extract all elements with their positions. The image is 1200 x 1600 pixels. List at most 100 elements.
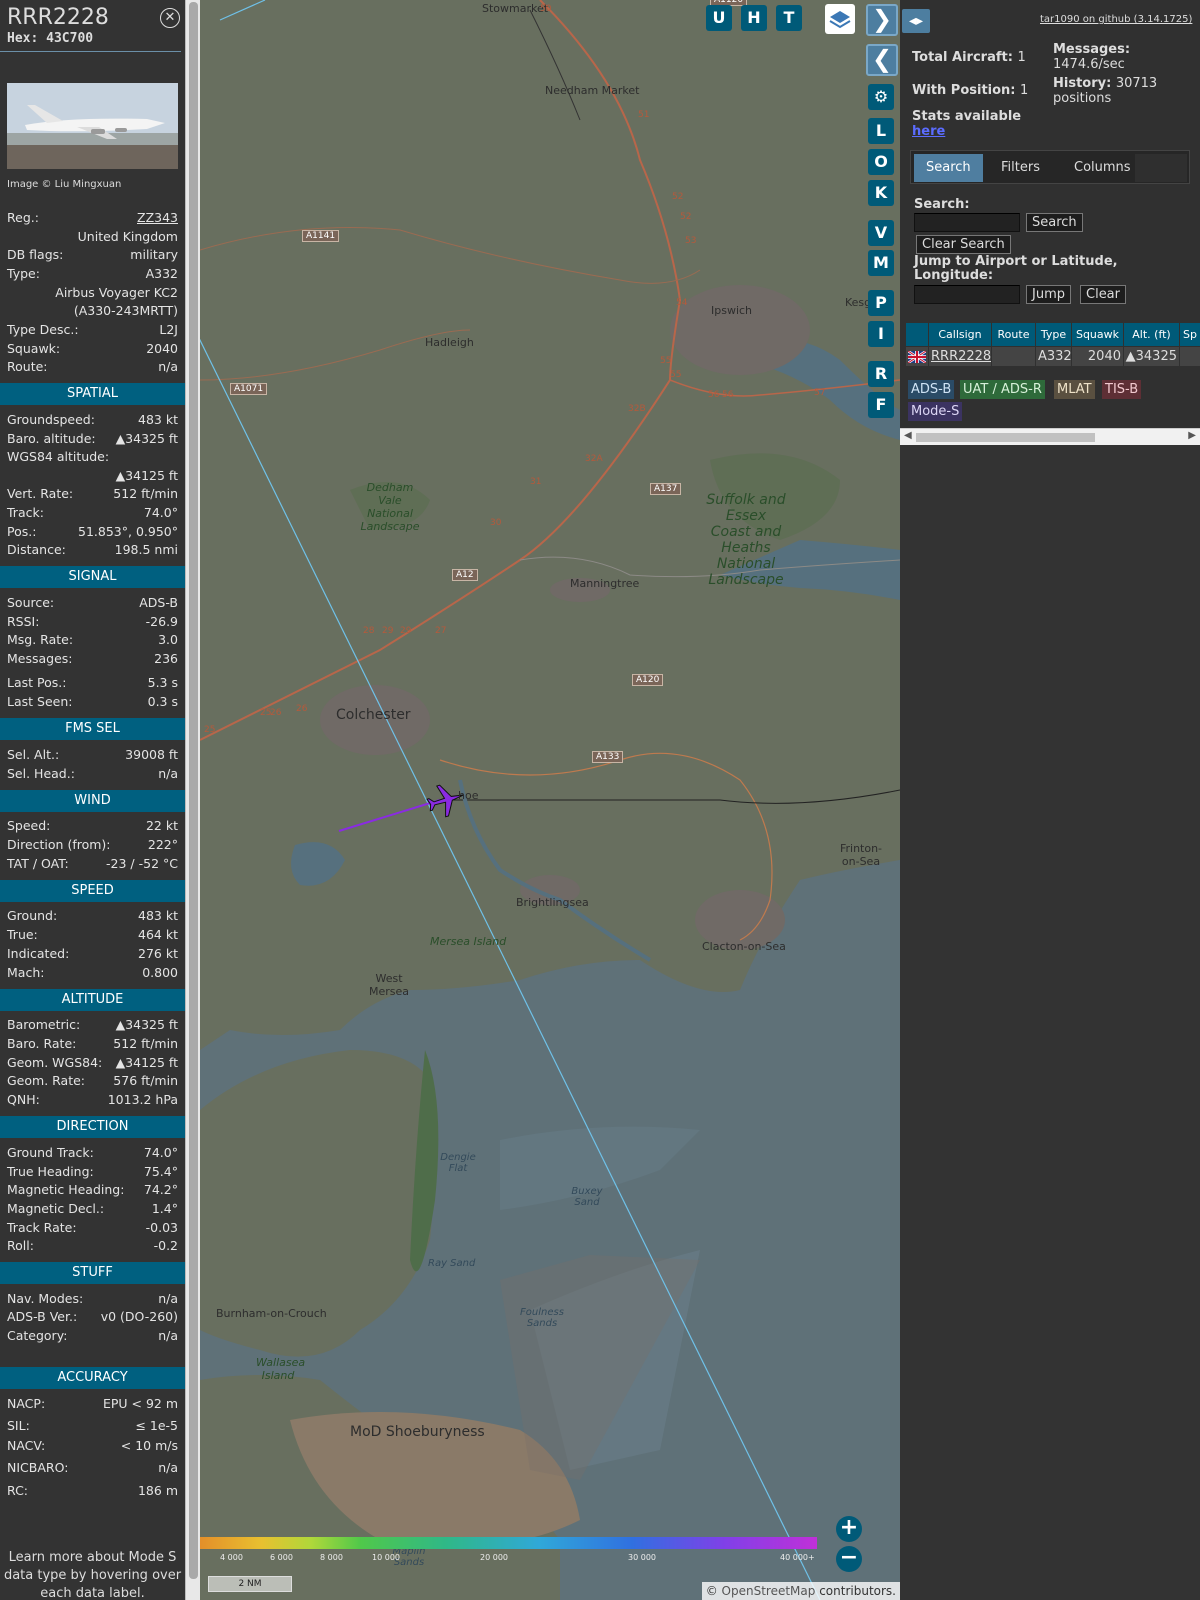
info-label[interactable]: WGS84 altitude: [7,447,109,466]
col-route[interactable]: Route [992,323,1035,346]
toggle-u-button[interactable]: U [706,5,732,31]
info-label[interactable]: Geom. Rate: [7,1071,85,1090]
col-altitude[interactable]: Alt. (ft) [1124,323,1179,346]
info-label[interactable]: Mach: [7,963,44,982]
info-label[interactable]: True Heading: [7,1162,94,1181]
info-label[interactable]: Type: [7,264,40,283]
source-legend-tis-b[interactable]: TIS-B [1102,380,1142,399]
sidebar-scrollbar[interactable] [185,0,200,1600]
info-label[interactable]: Ground Track: [7,1143,94,1162]
source-legend-mlat[interactable]: MLAT [1054,380,1095,399]
jump-button[interactable]: Jump [1026,285,1071,304]
toggle-t-button[interactable]: T [776,5,802,31]
clear-search-button[interactable]: Clear Search [916,235,1011,254]
search-input[interactable] [914,213,1020,232]
info-label[interactable]: Sel. Head.: [7,764,75,783]
scrollbar-thumb[interactable] [189,2,198,1579]
search-button[interactable]: Search [1026,213,1083,232]
info-label[interactable]: Sel. Alt.: [7,745,59,764]
info-label[interactable]: Last Seen: [7,692,72,711]
info-label[interactable]: Vert. Rate: [7,484,73,503]
info-label[interactable]: Source: [7,593,54,612]
col-speed[interactable]: Sp [1180,323,1200,346]
col-squawk[interactable]: Squawk [1072,323,1123,346]
info-label[interactable]: Indicated: [7,944,69,963]
map-toggle-o-button[interactable]: O [868,149,894,175]
info-label[interactable]: NICBARO: [7,1458,68,1477]
info-label[interactable]: RC: [7,1481,28,1500]
info-label[interactable]: NACP: [7,1394,45,1413]
zoom-out-button[interactable]: − [836,1546,862,1572]
map-toggle-k-button[interactable]: K [868,180,894,206]
info-label[interactable]: Roll: [7,1236,34,1255]
info-label[interactable]: Type Desc.: [7,320,79,339]
info-label[interactable]: Category: [7,1326,67,1345]
info-label[interactable]: Squawk: [7,339,60,358]
stats-link[interactable]: here [912,124,1021,139]
info-label[interactable]: Route: [7,357,48,376]
info-label[interactable]: QNH: [7,1090,40,1109]
close-sidebar-button[interactable]: ✕ [160,8,180,28]
info-label[interactable]: Magnetic Decl.: [7,1199,104,1218]
info-label[interactable]: Baro. altitude: [7,429,96,448]
info-label[interactable]: NACV: [7,1436,45,1455]
expand-panel-button[interactable]: ❯ [866,4,898,36]
info-label[interactable]: Messages: [7,649,73,668]
info-label[interactable]: Barometric: [7,1015,80,1034]
map-toggle-m-button[interactable]: M [868,250,894,276]
osm-link[interactable]: OpenStreetMap [722,1584,816,1598]
info-label[interactable]: Groundspeed: [7,410,95,429]
clear-jump-button[interactable]: Clear [1080,285,1126,304]
info-label[interactable]: DB flags: [7,245,63,264]
info-label[interactable]: Msg. Rate: [7,630,73,649]
github-link[interactable]: tar1090 on github (3.14.1725) [1040,14,1192,25]
row-callsign[interactable]: RRR2228 [929,347,991,366]
jump-input[interactable] [914,285,1020,304]
col-type[interactable]: Type [1036,323,1071,346]
source-legend-uat-ads-r[interactable]: UAT / ADS-R [960,380,1045,399]
info-label[interactable]: TAT / OAT: [7,854,69,873]
source-legend-mode-s[interactable]: Mode-S [908,402,963,421]
scroll-right-icon[interactable]: ▶ [1188,430,1196,441]
col-callsign[interactable]: Callsign [929,323,991,346]
info-label[interactable]: Direction (from): [7,835,111,854]
info-label[interactable]: Distance: [7,540,66,559]
map-toggle-f-button[interactable]: F [868,392,894,418]
info-label[interactable]: ADS-B Ver.: [7,1307,77,1326]
info-label[interactable]: Reg.: [7,208,39,227]
info-label[interactable]: Baro. Rate: [7,1034,76,1053]
map-toggle-i-button[interactable]: I [868,321,894,347]
toggle-sidebar-button[interactable]: ◂▸ [902,9,930,33]
map-view[interactable]: Stowmarket Needham Market Ipswich Hadleigh D… [200,0,900,1600]
aircraft-photo[interactable] [7,83,178,169]
tab-filters[interactable]: Filters [989,154,1052,182]
info-label[interactable]: Track: [7,503,44,522]
map-toggle-v-button[interactable]: V [868,220,894,246]
col-flag[interactable] [906,323,928,346]
collapse-panel-button[interactable]: ❮ [866,44,898,76]
map-toggle-r-button[interactable]: R [868,361,894,387]
scrollbar-thumb[interactable] [916,433,1095,442]
info-label[interactable]: Nav. Modes: [7,1289,83,1308]
scroll-left-icon[interactable]: ◀ [904,430,912,441]
tab-search[interactable]: Search [914,154,983,182]
source-legend-ads-b[interactable]: ADS-B [908,380,955,399]
info-label[interactable]: Pos.: [7,522,36,541]
layers-button[interactable] [825,4,855,34]
info-label[interactable]: SIL: [7,1416,30,1435]
info-label[interactable]: Ground: [7,906,57,925]
info-label[interactable]: Geom. WGS84: [7,1053,102,1072]
info-label[interactable]: RSSI: [7,612,39,631]
table-horizontal-scrollbar[interactable]: ◀ ▶ [900,428,1200,445]
map-toggle-l-button[interactable]: L [868,118,894,144]
info-label[interactable]: Track Rate: [7,1218,77,1237]
tab-columns[interactable]: Columns [1062,154,1143,182]
map-toggle-p-button[interactable]: P [868,290,894,316]
info-label[interactable]: True: [7,925,38,944]
zoom-in-button[interactable]: + [836,1516,862,1542]
info-label[interactable]: Speed: [7,816,50,835]
info-value[interactable]: ZZ343 [137,208,178,227]
info-label[interactable]: Magnetic Heading: [7,1180,124,1199]
info-label[interactable]: Last Pos.: [7,673,66,692]
settings-button[interactable]: ⚙ [868,84,894,110]
